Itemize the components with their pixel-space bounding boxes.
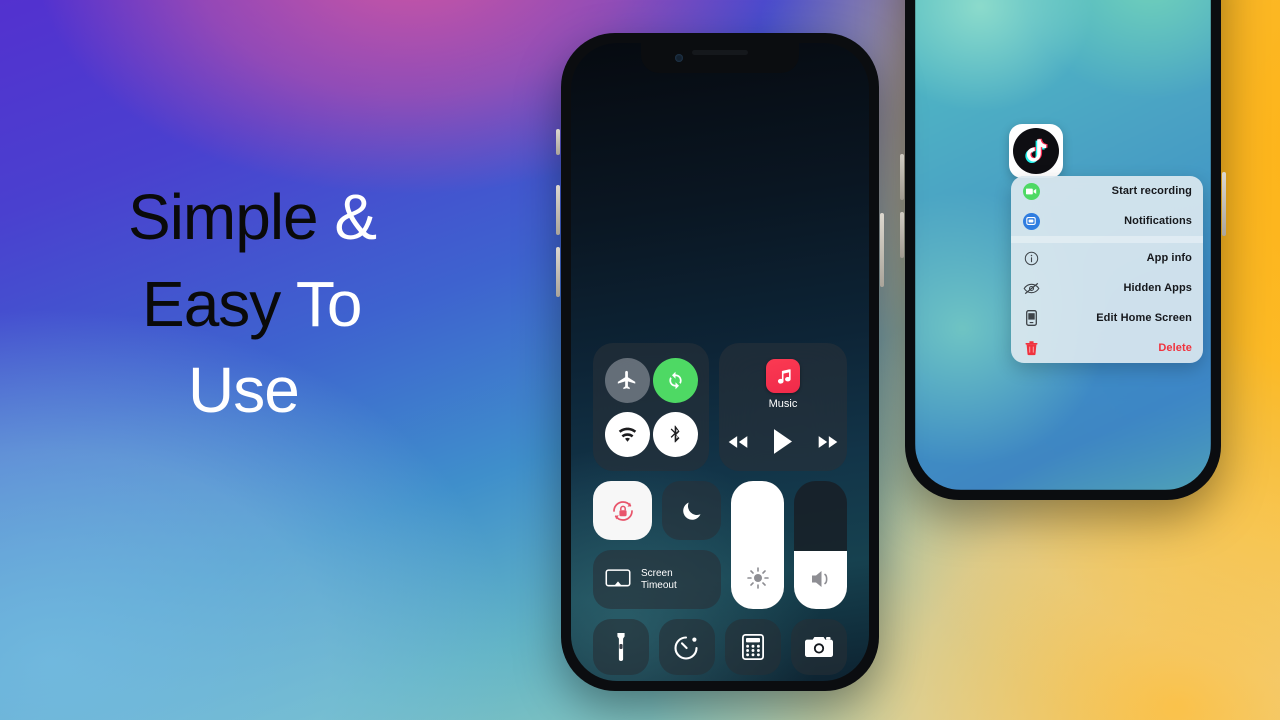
context-menu-item-edit-home-screen[interactable]: Edit Home Screen	[1011, 303, 1203, 333]
power-button-right-phone[interactable]	[1222, 172, 1226, 236]
timer-icon	[674, 636, 698, 660]
headline-line-2: Easy To	[120, 272, 520, 336]
headline-word-simple: Simple	[128, 181, 319, 253]
tiktok-icon-disc	[1013, 128, 1059, 174]
screen-mirroring-label-line2: Timeout	[641, 579, 677, 591]
rotate-sync-icon	[668, 371, 682, 389]
volume-slider[interactable]	[794, 481, 847, 609]
camera-button[interactable]	[791, 619, 847, 675]
music-note-icon	[777, 368, 791, 384]
tiktok-note-icon	[1025, 138, 1048, 163]
volume-icon	[809, 568, 833, 595]
volume-up-button-right-phone[interactable]	[900, 154, 904, 200]
headline-line-1: Simple &	[120, 185, 520, 249]
notifications-icon	[1022, 212, 1040, 230]
context-menu-item-delete[interactable]: Delete	[1011, 333, 1203, 363]
context-menu-label: Delete	[1158, 342, 1192, 354]
context-menu-item-app-info[interactable]: App info	[1011, 243, 1203, 273]
airplane-icon	[617, 370, 636, 390]
camera-icon	[805, 637, 833, 657]
headline-word-to: To	[295, 267, 363, 340]
headline-text: Simple & Easy To Use	[120, 185, 520, 422]
context-menu-label: Edit Home Screen	[1096, 312, 1192, 324]
eye-slash-icon	[1022, 282, 1040, 295]
mute-switch-left-phone[interactable]	[556, 129, 560, 155]
music-controls	[727, 428, 839, 455]
home-screen-phone: Start recording Notifications App info H…	[900, 0, 1226, 503]
moon-icon	[682, 502, 700, 520]
front-camera-icon	[675, 54, 683, 62]
rotation-lock-toggle[interactable]	[593, 481, 652, 540]
earpiece-speaker	[692, 50, 748, 55]
context-menu-item-notifications[interactable]: Notifications	[1011, 206, 1203, 236]
flashlight-icon	[617, 633, 625, 661]
shortcut-row	[593, 619, 847, 675]
calculator-icon	[742, 634, 764, 660]
control-center-row-top: Music	[593, 343, 847, 471]
context-menu-label: Start recording	[1111, 185, 1192, 197]
toggle-column: Screen Timeout	[593, 481, 721, 609]
calculator-button[interactable]	[725, 619, 781, 675]
notch	[641, 43, 799, 73]
fast-forward-icon[interactable]	[817, 435, 839, 449]
headline-word-amp: &	[334, 181, 377, 253]
play-icon[interactable]	[771, 428, 795, 455]
phone-edit-icon	[1022, 310, 1040, 326]
control-center-row-middle: Screen Timeout	[593, 481, 847, 609]
timer-button[interactable]	[659, 619, 715, 675]
headline-line-3: Use	[120, 358, 520, 422]
wifi-icon	[618, 427, 636, 442]
context-menu-label: App info	[1146, 252, 1192, 264]
slider-group	[731, 481, 847, 609]
volume-up-button-left-phone[interactable]	[556, 185, 560, 235]
rewind-icon[interactable]	[727, 435, 749, 449]
control-center: Music Screen Timeout	[593, 343, 847, 675]
power-button-left-phone[interactable]	[880, 213, 884, 287]
tiktok-app-icon[interactable]	[1009, 124, 1063, 178]
trash-icon	[1022, 340, 1040, 356]
context-menu-item-start-recording[interactable]: Start recording	[1011, 176, 1203, 206]
rotation-lock-icon	[612, 500, 633, 521]
do-not-disturb-toggle[interactable]	[662, 481, 721, 540]
volume-down-button-right-phone[interactable]	[900, 212, 904, 258]
connectivity-module	[593, 343, 709, 471]
bluetooth-toggle[interactable]	[652, 411, 698, 457]
context-menu-label: Hidden Apps	[1123, 282, 1192, 294]
headline-word-easy: Easy	[142, 267, 281, 340]
context-menu-label: Notifications	[1124, 215, 1192, 227]
screen-mirroring-label: Screen Timeout	[641, 568, 677, 592]
left-phone-screen: Music Screen Timeout	[571, 43, 869, 681]
music-app-icon[interactable]	[766, 359, 800, 393]
airplane-mode-toggle[interactable]	[604, 357, 650, 403]
screen-mirroring-label-line1: Screen	[641, 567, 673, 579]
video-record-icon	[1022, 182, 1040, 200]
control-center-phone: Music Screen Timeout	[556, 30, 884, 694]
flashlight-button[interactable]	[593, 619, 649, 675]
wifi-toggle[interactable]	[604, 411, 650, 457]
music-widget[interactable]: Music	[719, 343, 847, 471]
bluetooth-icon	[670, 425, 680, 443]
app-context-menu[interactable]: Start recording Notifications App info H…	[1011, 176, 1203, 363]
headline-word-use: Use	[188, 354, 300, 427]
context-menu-item-hidden-apps[interactable]: Hidden Apps	[1011, 273, 1203, 303]
toggle-pair	[593, 481, 721, 540]
screen-mirroring-button[interactable]: Screen Timeout	[593, 550, 721, 609]
music-app-label: Music	[768, 398, 798, 410]
right-phone-screen: Start recording Notifications App info H…	[915, 0, 1211, 490]
context-menu-separator	[1011, 236, 1203, 243]
brightness-icon	[746, 566, 770, 595]
brightness-slider[interactable]	[731, 481, 784, 609]
auto-rotate-toggle[interactable]	[652, 357, 698, 403]
volume-down-button-left-phone[interactable]	[556, 247, 560, 297]
info-circle-icon	[1022, 251, 1040, 266]
screen-mirroring-icon	[605, 568, 631, 586]
